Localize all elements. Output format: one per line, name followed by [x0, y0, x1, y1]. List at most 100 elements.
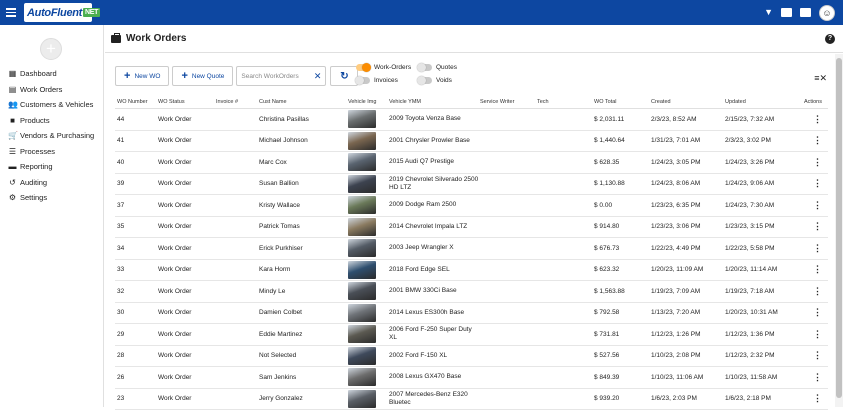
col-wo-total[interactable]: WO Total: [594, 99, 651, 105]
sidebar-item-auditing[interactable]: ↺Auditing: [0, 175, 104, 191]
wo-number-cell: 23: [115, 395, 158, 402]
more-vert-icon[interactable]: ⋮: [813, 372, 822, 382]
vehicle-img-cell: [348, 239, 389, 257]
sidebar-item-label: Work Orders: [20, 85, 62, 94]
more-vert-icon[interactable]: ⋮: [813, 329, 822, 339]
table-row[interactable]: 30Work OrderDamien Colbet2014 Lexus ES30…: [115, 303, 828, 325]
table-row[interactable]: 34Work OrderErick Purkhiser2003 Jeep Wra…: [115, 238, 828, 260]
vehicle-thumbnail[interactable]: [348, 110, 376, 128]
sidebar-item-work-orders[interactable]: ▤Work Orders: [0, 82, 104, 98]
more-vert-icon[interactable]: ⋮: [813, 264, 822, 274]
vehicle-thumbnail[interactable]: [348, 325, 376, 343]
table-row[interactable]: 32Work OrderMindy Le2001 BMW 330Ci Base$…: [115, 281, 828, 303]
vehicle-ymm-cell: 2009 Toyota Venza Base: [389, 115, 480, 123]
more-vert-icon[interactable]: ⋮: [813, 350, 822, 360]
scrollbar-thumb[interactable]: [836, 58, 842, 398]
cust-name-cell: Eddie Martinez: [259, 331, 348, 338]
vertical-scrollbar[interactable]: [835, 54, 843, 407]
more-vert-icon[interactable]: ⋮: [813, 200, 822, 210]
sidebar-item-customers-vehicles[interactable]: 👥Customers & Vehicles: [0, 97, 104, 113]
table-row[interactable]: 35Work OrderPatrick Tomas2014 Chevrolet …: [115, 217, 828, 239]
new-wo-button[interactable]: + New WO: [115, 66, 169, 86]
new-quote-button[interactable]: + New Quote: [172, 66, 233, 86]
toggle-work-orders[interactable]: Work-Orders: [356, 64, 411, 71]
sidebar-item-processes[interactable]: ☰Processes: [0, 144, 104, 160]
more-vert-icon[interactable]: ⋮: [813, 307, 822, 317]
toggle-invoices[interactable]: Invoices: [356, 77, 398, 84]
sidebar-item-products[interactable]: ■Products: [0, 113, 104, 129]
col-service-writer[interactable]: Service Writer: [480, 99, 537, 105]
more-vert-icon[interactable]: ⋮: [813, 243, 822, 253]
vehicle-thumbnail[interactable]: [348, 347, 376, 365]
caret-down-icon[interactable]: ▼: [764, 8, 773, 17]
vehicle-thumbnail[interactable]: [348, 282, 376, 300]
vehicle-img-cell: [348, 132, 389, 150]
table-row[interactable]: 44Work OrderChristina Pasillas2009 Toyot…: [115, 109, 828, 131]
cust-name-cell: Erick Purkhiser: [259, 245, 348, 252]
toggle-switch-work-orders[interactable]: [356, 64, 370, 71]
sidebar-item-dashboard[interactable]: ▦Dashboard: [0, 66, 104, 82]
vehicle-thumbnail[interactable]: [348, 368, 376, 386]
vehicle-thumbnail[interactable]: [348, 196, 376, 214]
col-updated[interactable]: Updated: [725, 99, 800, 105]
col-wo-number[interactable]: WO Number: [115, 99, 158, 105]
more-vert-icon[interactable]: ⋮: [813, 178, 822, 188]
wo-number-cell: 32: [115, 288, 158, 295]
clear-search-icon[interactable]: ✕: [314, 71, 322, 82]
table-row[interactable]: 28Work OrderNot Selected2002 Ford F-150 …: [115, 346, 828, 368]
col-created[interactable]: Created: [651, 99, 725, 105]
table-row[interactable]: 33Work OrderKara Horm2018 Ford Edge SEL$…: [115, 260, 828, 282]
hamburger-menu-icon[interactable]: [6, 0, 20, 25]
wo-total-cell: $ 527.56: [594, 352, 651, 359]
vehicle-img-cell: [348, 325, 389, 343]
vehicle-thumbnail[interactable]: [348, 261, 376, 279]
more-vert-icon[interactable]: ⋮: [813, 135, 822, 145]
col-cust-name[interactable]: Cust Name: [259, 99, 348, 105]
vehicle-thumbnail[interactable]: [348, 175, 376, 193]
more-vert-icon[interactable]: ⋮: [813, 114, 822, 124]
search-input[interactable]: [241, 73, 311, 80]
vehicle-thumbnail[interactable]: [348, 218, 376, 236]
history-icon: ↺: [8, 178, 17, 187]
table-row[interactable]: 37Work OrderKristy Wallace2009 Dodge Ram…: [115, 195, 828, 217]
chat-icon[interactable]: [781, 8, 792, 17]
toggle-switch-quotes[interactable]: [418, 64, 432, 71]
cust-name-cell: Damien Colbet: [259, 309, 348, 316]
sidebar-item-reporting[interactable]: ▬Reporting: [0, 159, 104, 175]
col-vehicle-ymm[interactable]: Vehicle YMM: [389, 98, 480, 106]
col-invoice[interactable]: Invoice #: [216, 99, 259, 105]
avatar[interactable]: ☺: [819, 5, 835, 21]
table-row[interactable]: 29Work OrderEddie Martinez2006 Ford F-25…: [115, 324, 828, 346]
more-vert-icon[interactable]: ⋮: [813, 286, 822, 296]
col-vehicle-img[interactable]: Vehicle Img: [348, 99, 389, 105]
refresh-button[interactable]: ↻: [330, 66, 358, 86]
add-button[interactable]: +: [40, 38, 62, 60]
vehicle-thumbnail[interactable]: [348, 304, 376, 322]
toggle-switch-voids[interactable]: [418, 77, 432, 84]
vehicle-thumbnail[interactable]: [348, 239, 376, 257]
table-row[interactable]: 40Work OrderMarc Cox2015 Audi Q7 Prestig…: [115, 152, 828, 174]
vehicle-thumbnail[interactable]: [348, 132, 376, 150]
help-icon[interactable]: ?: [825, 34, 835, 44]
wo-status-cell: Work Order: [158, 374, 216, 381]
col-wo-status[interactable]: WO Status: [158, 99, 216, 105]
table-row[interactable]: 26Work OrderSam Jenkins2008 Lexus GX470 …: [115, 367, 828, 389]
sidebar-item-settings[interactable]: ⚙Settings: [0, 190, 104, 206]
toggle-switch-invoices[interactable]: [356, 77, 370, 84]
more-vert-icon[interactable]: ⋮: [813, 393, 822, 403]
sidebar-item-vendors-purchasing[interactable]: 🛒Vendors & Purchasing: [0, 128, 104, 144]
table-row[interactable]: 39Work OrderSusan Ballion2019 Chevrolet …: [115, 174, 828, 196]
message-icon[interactable]: [800, 8, 811, 17]
wo-number-cell: 44: [115, 116, 158, 123]
row-actions-cell: ⋮: [800, 157, 828, 168]
app-logo[interactable]: AutoFluentNET: [24, 3, 92, 22]
toggle-quotes[interactable]: Quotes: [418, 64, 457, 71]
vehicle-thumbnail[interactable]: [348, 153, 376, 171]
toggle-voids[interactable]: Voids: [418, 77, 452, 84]
vehicle-thumbnail[interactable]: [348, 390, 376, 408]
col-tech[interactable]: Tech: [537, 99, 594, 105]
more-vert-icon[interactable]: ⋮: [813, 221, 822, 231]
more-vert-icon[interactable]: ⋮: [813, 157, 822, 167]
table-row[interactable]: 41Work OrderMichael Johnson2001 Chrysler…: [115, 131, 828, 153]
column-filter-icon[interactable]: ≡✕: [814, 73, 827, 84]
